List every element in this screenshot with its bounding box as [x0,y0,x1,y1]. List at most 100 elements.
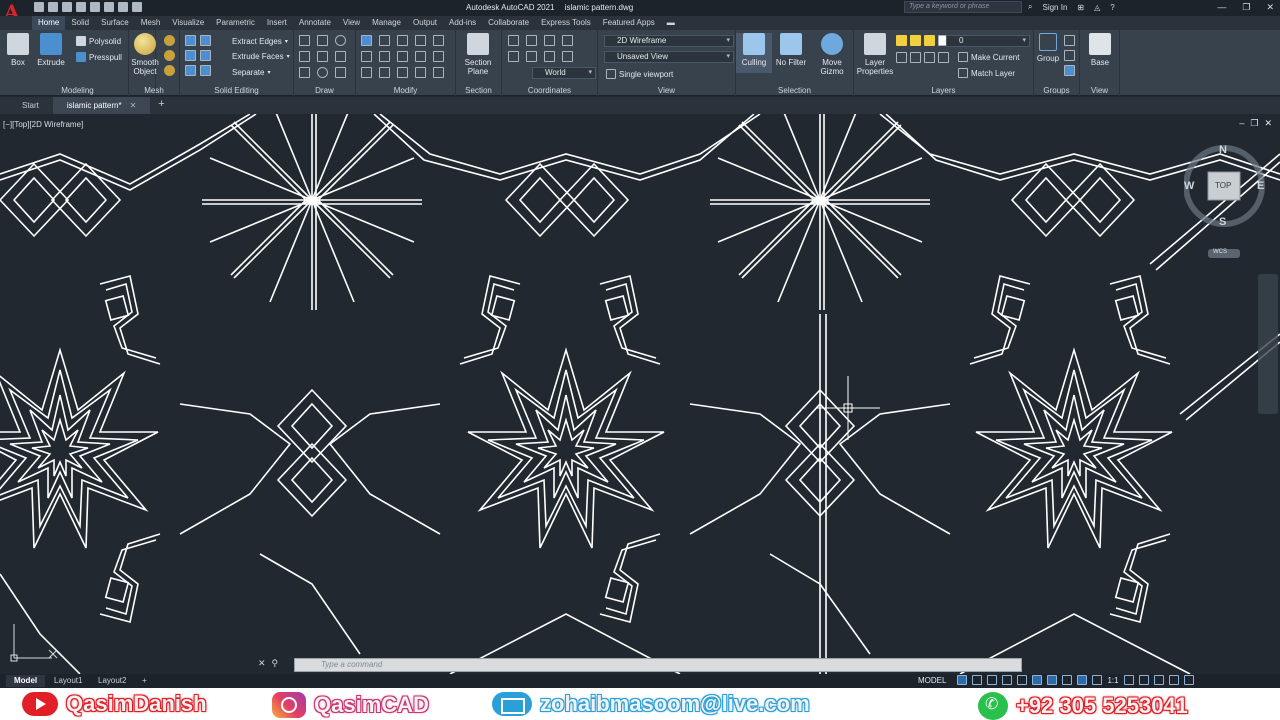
ucs-x-icon[interactable] [526,35,537,46]
close-icon[interactable]: ✕ [1266,2,1274,13]
layer-off-icon[interactable] [910,52,921,63]
culling-button[interactable]: Culling [736,33,772,73]
trim-icon[interactable] [397,35,408,46]
layer-walk-icon[interactable] [924,52,935,63]
ucs-face-icon[interactable] [562,51,573,62]
restore-icon[interactable]: ❐ [1242,2,1250,13]
tab-home[interactable]: Home [32,16,66,30]
cart-icon[interactable]: ⊞ [1077,3,1084,12]
tab-express-tools[interactable]: Express Tools [535,16,597,30]
erase-icon[interactable] [415,35,426,46]
mirror-icon[interactable] [361,51,372,62]
extrude-button[interactable]: Extrude [33,33,69,67]
layer-on-icon[interactable] [896,35,907,46]
ucs-world-select[interactable]: World [532,67,596,79]
layer-iso-icon[interactable] [896,52,907,63]
tab-view[interactable]: View [337,16,366,30]
hatch-icon[interactable] [335,67,346,78]
save-icon[interactable] [62,2,72,12]
arc-icon[interactable] [317,51,328,62]
ucs-origin-icon[interactable] [508,51,519,62]
ortho-icon[interactable] [987,675,998,685]
ribbon-toggle-icon[interactable]: ▬ [661,16,681,30]
compass-west[interactable]: W [1184,180,1194,192]
grid-icon[interactable] [957,675,968,685]
group-button[interactable]: Group [1034,33,1062,63]
redo-icon[interactable] [132,2,142,12]
lineweight-icon[interactable] [1062,675,1073,685]
autodesk-a360-icon[interactable]: ◬ [1094,3,1100,12]
viewcube-top-face[interactable]: TOP [1215,181,1231,190]
layout-tab-layout1[interactable]: Layout1 [46,675,90,687]
layout-tab-layout2[interactable]: Layout2 [90,675,134,687]
tab-add-ins[interactable]: Add-ins [443,16,482,30]
drawing-canvas[interactable]: [−][Top][2D Wireframe] – ❐ ✕ TOP N S E W… [0,114,1280,674]
no-filter-button[interactable]: No Filter [772,33,810,67]
subtract-icon[interactable] [185,50,196,61]
viewport-minimize-icon[interactable]: – [1239,118,1244,129]
tab-insert[interactable]: Insert [261,16,293,30]
compass-east[interactable]: E [1257,180,1264,192]
viewport-close-icon[interactable]: ✕ [1264,118,1272,129]
line-icon[interactable] [299,35,310,46]
extrude-faces-button[interactable]: Extrude Faces ▾ [232,49,290,63]
layer-freeze-icon[interactable] [910,35,921,46]
smooth-object-button[interactable]: Smooth Object [129,33,161,76]
layout-tab-model[interactable]: Model [6,675,46,687]
save-as-icon[interactable] [76,2,86,12]
tab-parametric[interactable]: Parametric [210,16,261,30]
isodraft-icon[interactable] [1017,675,1028,685]
annotation-scale[interactable]: 1:1 [1107,676,1118,685]
layer-lock-icon[interactable] [924,35,935,46]
move-icon[interactable] [361,35,372,46]
ellipse-icon[interactable] [317,67,328,78]
viewport-label[interactable]: [−][Top][2D Wireframe] [3,120,83,129]
doc-tab-drawing[interactable]: islamic pattern* ✕ [52,97,151,114]
move-gizmo-button[interactable]: Move Gizmo [812,33,852,76]
copy-icon[interactable] [433,35,444,46]
ucs-object-icon[interactable] [544,51,555,62]
command-close-icon[interactable]: ✕ [258,658,266,669]
snap-icon[interactable] [972,675,983,685]
clean-screen-icon[interactable] [1168,675,1179,685]
mesh-smooth-less-icon[interactable] [164,65,175,76]
tab-manage[interactable]: Manage [366,16,407,30]
box-button[interactable]: Box [0,33,36,67]
intersect-icon[interactable] [185,65,196,76]
polygon-icon[interactable] [299,67,310,78]
group-edit-icon[interactable] [1064,50,1075,61]
tab-mesh[interactable]: Mesh [135,16,167,30]
workspace-gear-icon[interactable] [1123,675,1134,685]
mesh-smooth-more-icon[interactable] [164,50,175,61]
close-tab-icon[interactable]: ✕ [130,101,137,110]
navigation-bar[interactable] [1258,274,1278,414]
viewport-config-button[interactable]: Single viewport [606,67,673,81]
ungroup-icon[interactable] [1064,35,1075,46]
annotation-visibility-icon[interactable] [1077,675,1088,685]
presspull-button[interactable]: Presspull [76,50,122,64]
units-icon[interactable] [1153,675,1164,685]
mesh-sphere-icon[interactable] [164,35,175,46]
separate-icon[interactable] [200,65,211,76]
new-file-icon[interactable] [34,2,44,12]
tab-visualize[interactable]: Visualize [166,16,210,30]
new-tab-icon[interactable]: + [150,97,172,114]
group-select-icon[interactable] [1064,65,1075,76]
tab-featured-apps[interactable]: Featured Apps [597,16,661,30]
stretch-icon[interactable] [415,51,426,62]
rectangle-icon[interactable] [335,51,346,62]
separate-button[interactable]: Separate ▾ [232,65,270,79]
tab-collaborate[interactable]: Collaborate [482,16,535,30]
binoculars-icon[interactable]: ⌕ [1028,2,1032,12]
wcs-menu[interactable]: WCS [1213,249,1227,255]
rotate-icon[interactable] [379,35,390,46]
array-icon[interactable] [361,67,372,78]
tab-output[interactable]: Output [407,16,443,30]
search-input[interactable]: Type a keyword or phrase [904,1,1022,13]
current-layer-select[interactable]: 0 [946,35,1030,47]
scale-icon[interactable] [433,51,444,62]
fillet-icon[interactable] [379,51,390,62]
explode-icon[interactable] [397,51,408,62]
minimize-icon[interactable]: — [1217,2,1226,13]
tab-annotate[interactable]: Annotate [293,16,337,30]
